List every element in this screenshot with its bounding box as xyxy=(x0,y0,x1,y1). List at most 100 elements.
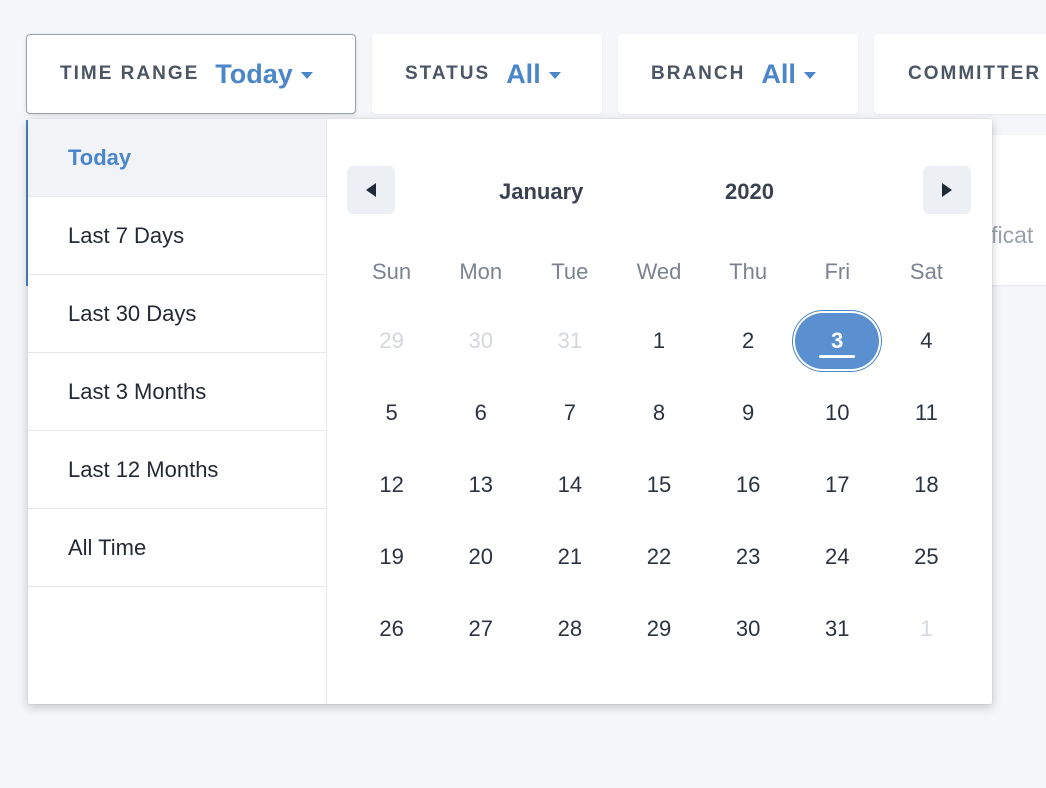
calendar-day[interactable]: 22 xyxy=(614,521,703,593)
calendar-day-number: 13 xyxy=(468,472,493,497)
weekday-label: Tue xyxy=(551,259,589,284)
calendar-day-number: 23 xyxy=(735,544,761,569)
calendar-day-number: 3 xyxy=(795,313,880,369)
calendar-day[interactable]: 6 xyxy=(436,377,525,449)
arrow-right-icon xyxy=(942,183,952,197)
calendar-week: 29 30 31 1 2 3 4 xyxy=(347,305,971,377)
status-label: STATUS xyxy=(405,63,491,84)
calendar-day-number: 5 xyxy=(385,400,398,425)
calendar-day-number: 12 xyxy=(379,472,404,497)
weekday-label: Sat xyxy=(909,259,943,284)
calendar-week: 19 20 21 22 23 24 25 xyxy=(347,521,971,593)
calendar-day-number: 27 xyxy=(468,616,493,641)
branch-value: All xyxy=(761,58,796,89)
weekday-label: Thu xyxy=(729,259,768,284)
calendar-day[interactable]: 31 xyxy=(793,593,882,665)
calendar-day[interactable]: 9 xyxy=(704,377,793,449)
calendar-day[interactable]: 15 xyxy=(614,449,703,521)
calendar-day[interactable]: 1 xyxy=(882,593,971,665)
calendar-day[interactable]: 23 xyxy=(704,521,793,593)
preset-item[interactable]: All Time xyxy=(28,509,326,587)
calendar-year: 2020 xyxy=(725,179,774,204)
calendar-day-number: 1 xyxy=(920,616,933,641)
time-range-filter[interactable]: TIME RANGE Today xyxy=(26,34,356,114)
calendar-day[interactable]: 10 xyxy=(793,377,882,449)
calendar-week: 26 27 28 29 30 31 1 xyxy=(347,593,971,665)
calendar-day-number: 8 xyxy=(652,400,666,425)
calendar-week: 5 6 7 8 9 10 11 xyxy=(347,377,971,449)
weekday-label: Wed xyxy=(636,259,682,284)
calendar-day-number: 10 xyxy=(825,400,850,425)
calendar-day[interactable]: 17 xyxy=(793,449,882,521)
calendar-day[interactable]: 31 xyxy=(525,305,614,377)
weekday-label: Sun xyxy=(371,259,412,284)
calendar-day[interactable]: 13 xyxy=(436,449,525,521)
calendar-day[interactable]: 29 xyxy=(614,593,703,665)
chevron-down-icon xyxy=(803,71,816,79)
calendar-day[interactable]: 16 xyxy=(704,449,793,521)
calendar-day[interactable]: 7 xyxy=(525,377,614,449)
calendar-day-number: 15 xyxy=(646,472,672,497)
committer-filter[interactable]: COMMITTER xyxy=(874,34,1046,114)
preset-item[interactable]: Last 30 Days xyxy=(28,275,326,353)
calendar-day[interactable]: 24 xyxy=(793,521,882,593)
calendar-day[interactable]: 30 xyxy=(436,305,525,377)
calendar-day[interactable]: 1 xyxy=(614,305,703,377)
chevron-down-icon xyxy=(300,71,313,79)
calendar-week: 12 13 14 15 16 17 18 xyxy=(347,449,971,521)
weekday-label: Fri xyxy=(824,259,851,284)
preset-item[interactable]: Last 3 Months xyxy=(28,353,326,431)
calendar-day-number: 29 xyxy=(646,616,672,641)
calendar-day-number: 14 xyxy=(557,472,583,497)
chevron-down-icon xyxy=(548,71,561,79)
preset-item[interactable]: Today xyxy=(28,119,326,197)
calendar-day-number: 7 xyxy=(563,400,576,425)
calendar-day-number: 4 xyxy=(920,328,933,353)
calendar-day-number: 1 xyxy=(652,328,666,353)
calendar-day-number: 19 xyxy=(379,544,404,569)
calendar-day[interactable]: 25 xyxy=(882,521,971,593)
calendar-day[interactable]: 19 xyxy=(347,521,436,593)
calendar-day[interactable]: 20 xyxy=(436,521,525,593)
calendar-grid: 29 30 31 1 2 3 4 5 6 7 8 9 10 11 12 13 14 15 16 17 18 19 20 21 2… xyxy=(347,305,971,665)
status-value: All xyxy=(506,58,541,89)
calendar-day-number: 20 xyxy=(468,544,493,569)
calendar-day[interactable]: 30 xyxy=(704,593,793,665)
calendar-day-number: 11 xyxy=(914,400,938,425)
calendar-day[interactable]: 4 xyxy=(882,305,971,377)
preset-item[interactable]: Last 7 Days xyxy=(28,197,326,275)
preset-list: Today Last 7 Days Last 30 Days Last 3 Month… xyxy=(28,119,327,704)
weekday-header: Sun Mon Tue Wed Thu Fri Sat xyxy=(347,259,971,285)
calendar-day[interactable]: 12 xyxy=(347,449,436,521)
preset-item[interactable]: Last 12 Months xyxy=(28,431,326,509)
calendar-day-selected[interactable]: 3 xyxy=(793,305,882,377)
calendar-day-number: 28 xyxy=(557,616,583,641)
calendar-day-number: 21 xyxy=(557,544,583,569)
time-range-dropdown: Today Last 7 Days Last 30 Days Last 3 Month… xyxy=(28,119,992,704)
calendar-day-number: 22 xyxy=(646,544,672,569)
branch-filter[interactable]: BRANCH All xyxy=(618,34,858,114)
calendar-day[interactable]: 26 xyxy=(347,593,436,665)
calendar-day[interactable]: 11 xyxy=(882,377,971,449)
next-month-button[interactable] xyxy=(923,166,971,214)
calendar-day[interactable]: 21 xyxy=(525,521,614,593)
calendar-day[interactable]: 18 xyxy=(882,449,971,521)
calendar-day-number: 30 xyxy=(468,328,493,353)
calendar-day-number: 18 xyxy=(914,472,939,497)
calendar-day[interactable]: 29 xyxy=(347,305,436,377)
calendar-day[interactable]: 14 xyxy=(525,449,614,521)
time-range-label: TIME RANGE xyxy=(60,63,200,84)
arrow-left-icon xyxy=(366,183,376,197)
status-filter[interactable]: STATUS All xyxy=(372,34,602,114)
calendar-day[interactable]: 8 xyxy=(614,377,703,449)
calendar-day-number: 2 xyxy=(742,328,755,353)
calendar-day-number: 16 xyxy=(735,472,761,497)
calendar-day-number: 9 xyxy=(742,400,755,425)
calendar-day[interactable]: 27 xyxy=(436,593,525,665)
background-card-text: ificat xyxy=(986,222,1034,248)
calendar-day[interactable]: 28 xyxy=(525,593,614,665)
calendar-day[interactable]: 2 xyxy=(704,305,793,377)
calendar-day[interactable]: 5 xyxy=(347,377,436,449)
calendar-day-number: 31 xyxy=(825,616,850,641)
previous-month-button[interactable] xyxy=(347,166,395,214)
